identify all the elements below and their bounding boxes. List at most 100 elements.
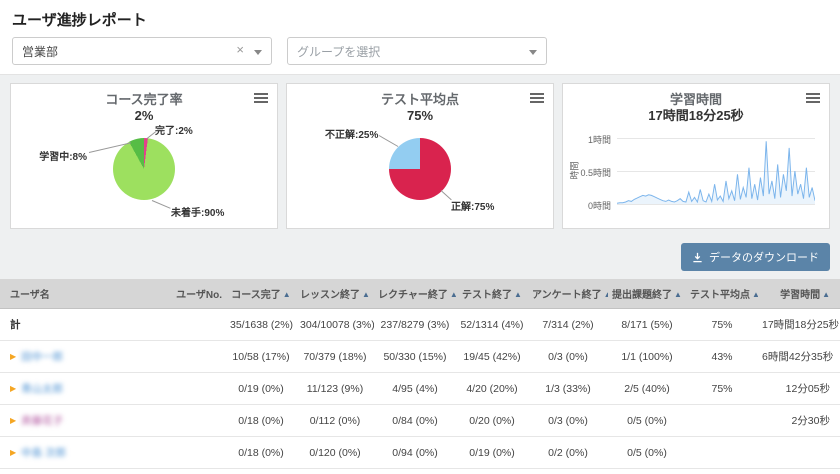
gridline xyxy=(617,204,815,205)
pie-slice-label: 未着手:90% xyxy=(171,208,225,219)
data-cell xyxy=(160,372,226,405)
data-cell: 6時間42分35秒 xyxy=(758,340,840,373)
data-cell: 4/95 (4%) xyxy=(374,372,456,405)
user-name-link[interactable]: 中島 次郎 xyxy=(21,447,66,459)
data-cell: 12分05秒 xyxy=(758,372,840,405)
col-header-9[interactable]: 学習時間 ▲ xyxy=(758,279,840,309)
col-header-label: テスト終了 xyxy=(462,290,513,301)
col-header-8[interactable]: テスト平均点▲ xyxy=(686,279,758,309)
y-axis-label: 1時間 xyxy=(587,135,611,145)
line-plot xyxy=(617,138,815,205)
sort-asc-icon: ▲ xyxy=(362,290,370,299)
user-name-link[interactable]: 田中一郎 xyxy=(21,351,63,363)
user-name-link[interactable]: 斉藤花子 xyxy=(21,415,63,427)
user-name-cell: 計 xyxy=(0,308,160,341)
data-cell: 8/171 (5%) xyxy=(608,308,686,341)
data-cell: 0/94 (0%) xyxy=(374,436,456,469)
col-header-label: ユーザ名 xyxy=(10,290,50,301)
data-cell: 75% xyxy=(686,372,758,405)
data-cell: 0/5 (0%) xyxy=(608,404,686,437)
data-cell: 52/1314 (4%) xyxy=(456,308,528,341)
col-header-7[interactable]: 提出課題終了 ▲ xyxy=(608,279,686,309)
data-cell xyxy=(758,436,840,469)
data-cell xyxy=(160,436,226,469)
app: ユーザ進捗レポート 営業部 × グループを選択 コース完了率 2% 完了:2% 未着手… xyxy=(0,0,840,474)
expand-arrow-icon[interactable]: ▶ xyxy=(10,384,16,393)
col-header-1: ユーザNo. xyxy=(160,279,226,309)
download-icon xyxy=(693,252,702,262)
data-cell: 75% xyxy=(686,308,758,341)
total-label: 計 xyxy=(10,319,21,331)
col-header-3[interactable]: レッスン終了 ▲ xyxy=(296,279,374,309)
chart-card-2: 学習時間 17時間18分25秒 時間 1時間 0.5時間 0時間 xyxy=(562,83,830,229)
department-select[interactable]: 営業部 × xyxy=(12,37,272,65)
clear-icon[interactable]: × xyxy=(236,43,244,57)
data-cell: 35/1638 (2%) xyxy=(226,308,296,341)
data-cell xyxy=(686,436,758,469)
col-header-2[interactable]: コース完了 ▲ xyxy=(226,279,296,309)
col-header-6[interactable]: アンケート終了▲ xyxy=(528,279,608,309)
pie-slice-label: 不正解:25% xyxy=(325,130,379,141)
col-header-label: テスト平均点 xyxy=(690,290,750,301)
chart-value: 2% xyxy=(134,108,154,123)
col-header-0: ユーザ名 xyxy=(0,279,160,309)
y-axis-label: 0.5時間 xyxy=(580,168,611,178)
col-header-4[interactable]: レクチャー終了▲ xyxy=(374,279,456,309)
group-select[interactable]: グループを選択 xyxy=(287,37,547,65)
col-header-label: 学習時間 xyxy=(780,290,821,301)
user-name-cell: ▶ 田中一郎 xyxy=(0,340,160,373)
chart-area: 時間 1時間 0.5時間 0時間 xyxy=(570,126,821,222)
table-row: ▶佐藤 健太 0/15 (0%)0/99 (0%)0/83 (0%)0/13 (0… xyxy=(0,468,840,474)
chart-title: コース完了率 xyxy=(105,92,183,107)
sort-asc-icon: ▲ xyxy=(514,290,522,299)
data-cell: 2分30秒 xyxy=(758,404,840,437)
chart-menu-icon[interactable] xyxy=(254,93,268,105)
col-header-label: コース完了 xyxy=(231,290,281,301)
data-cell: 0/83 (0%) xyxy=(374,468,456,474)
sort-asc-icon: ▲ xyxy=(450,290,456,299)
chart-menu-icon[interactable] xyxy=(806,93,820,105)
table-header-row: ユーザ名ユーザNo.コース完了▲レッスン終了▲レクチャー終了▲テスト終了▲アンケ… xyxy=(0,279,840,309)
data-cell: 10/58 (17%) xyxy=(226,340,296,373)
data-cell: 237/8279 (3%) xyxy=(374,308,456,341)
data-cell: 304/10078 (3%) xyxy=(296,308,374,341)
pie-chart xyxy=(113,138,175,200)
table-row: ▶ 中島 次郎 0/18 (0%) 0/120 (0%) 0/94 (0%) 0/19 (… xyxy=(0,436,840,469)
data-cell: 0/13 (0%) xyxy=(456,468,528,474)
chart-card-0: コース完了率 2% 完了:2% 未着手:90% 学習中:8% xyxy=(10,83,278,229)
group-select-placeholder: グループを選択 xyxy=(297,44,381,59)
data-cell: 0/18 (0%) xyxy=(226,436,296,469)
data-cell: 19/45 (42%) xyxy=(456,340,528,373)
expand-arrow-icon[interactable]: ▶ xyxy=(10,448,16,457)
line-series xyxy=(617,141,815,204)
col-header-label: アンケート終了 xyxy=(532,290,602,301)
data-cell: 0/120 (0%) xyxy=(296,436,374,469)
expand-arrow-icon[interactable]: ▶ xyxy=(10,416,16,425)
col-header-5[interactable]: テスト終了 ▲ xyxy=(456,279,528,309)
sort-asc-icon: ▲ xyxy=(282,290,291,299)
download-data-button[interactable]: データのダウンロード xyxy=(681,243,830,271)
user-name-cell: ▶佐藤 健太 xyxy=(0,468,160,474)
data-cell: 0/19 (0%) xyxy=(226,372,296,405)
y-axis-label: 0時間 xyxy=(587,201,611,211)
user-name-link[interactable]: 青山太郎 xyxy=(21,383,63,395)
chart-title: 学習時間 xyxy=(669,92,722,107)
data-cell: 0/15 (0%) xyxy=(226,468,296,474)
data-cell: 0/112 (0%) xyxy=(296,404,374,437)
data-cell: 0/5 (0%) xyxy=(608,436,686,469)
data-cell xyxy=(160,308,226,341)
pie-slice-label: 完了:2% xyxy=(155,126,193,137)
chart-menu-icon[interactable] xyxy=(530,93,544,105)
data-cell: 0/84 (0%) xyxy=(374,404,456,437)
table-row-total: 計 35/1638 (2%) 304/10078 (3%) 237/8279 (3%)… xyxy=(0,308,840,341)
data-cell: 0/19 (0%) xyxy=(456,436,528,469)
expand-arrow-icon[interactable]: ▶ xyxy=(10,352,16,361)
col-header-label: ユーザNo. xyxy=(176,290,222,301)
user-name-cell: ▶ 中島 次郎 xyxy=(0,436,160,469)
charts-row: コース完了率 2% 完了:2% 未着手:90% 学習中:8% テスト平均点 75% 正解:75… xyxy=(0,75,840,237)
data-cell: 17時間18分25秒 xyxy=(758,308,840,341)
data-cell xyxy=(160,340,226,373)
sort-asc-icon: ▲ xyxy=(604,290,608,299)
data-cell: 0/18 (0%) xyxy=(226,404,296,437)
data-cell: 7/314 (2%) xyxy=(528,308,608,341)
